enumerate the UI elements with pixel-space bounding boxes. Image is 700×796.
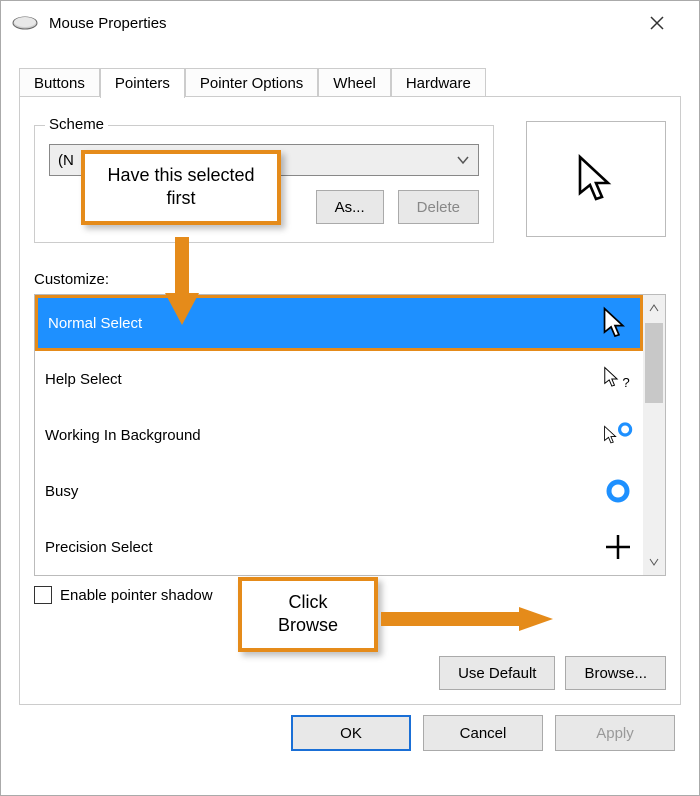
scroll-down-icon[interactable] bbox=[643, 549, 665, 575]
arrow-annotation-icon bbox=[377, 605, 557, 633]
mouse-properties-dialog: Mouse Properties Buttons Pointers Pointe… bbox=[0, 0, 700, 796]
shadow-checkbox[interactable] bbox=[34, 586, 52, 604]
tab-pointers[interactable]: Pointers bbox=[100, 68, 185, 98]
ok-button[interactable]: OK bbox=[291, 715, 411, 751]
apply-button[interactable]: Apply bbox=[555, 715, 675, 751]
svg-text:?: ? bbox=[622, 375, 629, 390]
titlebar: Mouse Properties bbox=[1, 1, 699, 45]
list-item-label: Precision Select bbox=[45, 539, 153, 556]
delete-button[interactable]: Delete bbox=[398, 190, 479, 224]
scheme-legend: Scheme bbox=[45, 116, 108, 133]
list-item-label: Working In Background bbox=[45, 427, 201, 444]
save-as-button[interactable]: As... bbox=[316, 190, 384, 224]
working-cursor-icon bbox=[603, 420, 633, 450]
list-item-busy[interactable]: Busy bbox=[35, 463, 643, 519]
listbox-scrollbar[interactable] bbox=[643, 295, 665, 575]
list-item-help-select[interactable]: Help Select ? bbox=[35, 351, 643, 407]
window-title: Mouse Properties bbox=[49, 15, 649, 32]
list-item-label: Normal Select bbox=[48, 315, 142, 332]
list-item-label: Busy bbox=[45, 483, 78, 500]
cursor-preview bbox=[526, 121, 666, 237]
tab-hardware[interactable]: Hardware bbox=[391, 68, 486, 98]
shadow-label: Enable pointer shadow bbox=[60, 587, 213, 604]
mouse-icon bbox=[11, 15, 39, 31]
customize-label: Customize: bbox=[34, 271, 666, 288]
close-button[interactable] bbox=[649, 15, 689, 31]
precision-cursor-icon bbox=[603, 532, 633, 562]
busy-cursor-icon bbox=[603, 476, 633, 506]
scheme-selected: (N bbox=[58, 152, 74, 169]
tab-buttons[interactable]: Buttons bbox=[19, 68, 100, 98]
list-item-label: Help Select bbox=[45, 371, 122, 388]
scroll-up-icon[interactable] bbox=[643, 295, 665, 321]
chevron-down-icon bbox=[456, 155, 470, 165]
arrow-cursor-icon bbox=[574, 153, 618, 205]
scroll-thumb[interactable] bbox=[645, 323, 663, 403]
cancel-button[interactable]: Cancel bbox=[423, 715, 543, 751]
callout-select-first: Have this selected first bbox=[81, 150, 281, 225]
use-default-button[interactable]: Use Default bbox=[439, 656, 555, 690]
callout-click-browse: Click Browse bbox=[238, 577, 378, 652]
list-item-normal-select[interactable]: Normal Select bbox=[35, 295, 643, 351]
list-item-working-background[interactable]: Working In Background bbox=[35, 407, 643, 463]
browse-button[interactable]: Browse... bbox=[565, 656, 666, 690]
arrow-annotation-icon bbox=[157, 233, 207, 333]
tab-wheel[interactable]: Wheel bbox=[318, 68, 391, 98]
tab-pointer-options[interactable]: Pointer Options bbox=[185, 68, 318, 98]
dialog-footer: OK Cancel Apply bbox=[1, 705, 699, 761]
help-cursor-icon: ? bbox=[603, 364, 633, 394]
tabs: Buttons Pointers Pointer Options Wheel H… bbox=[1, 63, 699, 97]
cursor-listbox: Normal Select Help Select ? Work bbox=[34, 294, 666, 576]
list-item-precision-select[interactable]: Precision Select bbox=[35, 519, 643, 575]
arrow-cursor-icon bbox=[600, 308, 630, 338]
